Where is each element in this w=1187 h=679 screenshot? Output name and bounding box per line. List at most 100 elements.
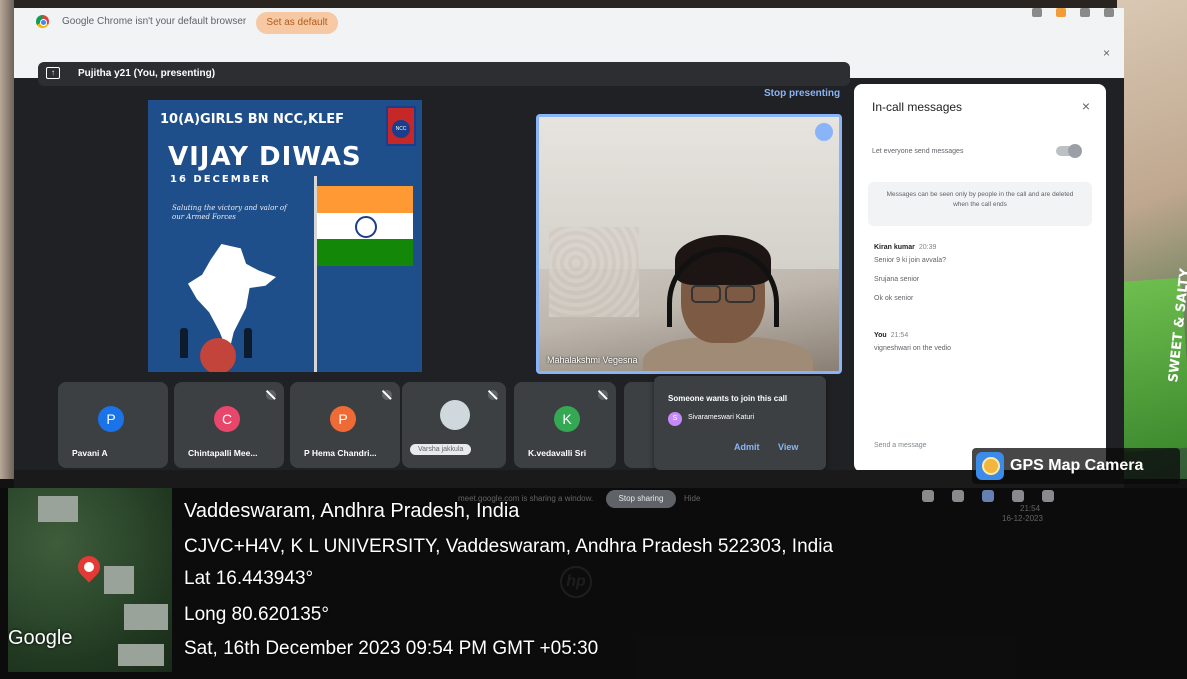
mic-off-icon	[382, 390, 392, 400]
chat-message-group: You 21:54 vigneshwari on the vedio	[874, 332, 951, 352]
info-icon[interactable]	[922, 490, 934, 502]
participant-avatar: C	[214, 406, 240, 432]
meet-control-icons	[922, 490, 1054, 502]
location-pin-icon	[73, 551, 105, 583]
location-address: CJVC+H4V, K L UNIVERSITY, Vaddeswaram, A…	[184, 536, 834, 557]
send-permission-label: Let everyone send messages	[872, 148, 964, 155]
taskbar-time: 21:54	[1020, 504, 1041, 513]
presenter-bar: ↑ Pujitha y21 (You, presenting)	[38, 62, 850, 86]
chat-title: In-call messages	[872, 100, 963, 114]
presentation-unit: 10(A)GIRLS BN NCC,KLEF	[160, 112, 345, 127]
message-time: 21:54	[890, 332, 909, 339]
ncc-badge	[386, 106, 416, 146]
default-browser-message: Google Chrome isn't your default browser	[62, 16, 247, 27]
package-text: SWEET & SALTY	[1166, 267, 1187, 384]
chat-close-icon[interactable]: ×	[1082, 98, 1090, 114]
location-place: Vaddeswaram, Andhra Pradesh, India	[184, 500, 520, 522]
photo-of-laptop-screen: SWEET & SALTY hp Google Chrome isn't you…	[0, 0, 1187, 679]
participant-tile[interactable]: K K.vedavalli Sri	[514, 382, 616, 468]
profile-icon[interactable]	[1104, 8, 1114, 17]
chat-message-group: Kiran kumar 20:39 Senior 9 ki join avvala…	[874, 244, 946, 302]
indian-flag	[317, 186, 413, 266]
message-time: 20:39	[918, 244, 937, 251]
extension-icon[interactable]	[1032, 8, 1042, 17]
sunset-circle	[200, 338, 236, 372]
map-building	[124, 604, 168, 630]
send-message-input[interactable]: Send a message	[874, 442, 927, 449]
join-request-card: Someone wants to join this call S Sivara…	[654, 376, 826, 470]
join-request-heading: Someone wants to join this call	[668, 394, 788, 403]
participant-name: Chintapalli Mee...	[188, 448, 258, 458]
set-as-default-button[interactable]: Set as default	[256, 12, 338, 34]
stop-sharing-button[interactable]: Stop sharing	[606, 490, 676, 508]
in-call-messages-panel: In-call messages × Let everyone send mes…	[854, 84, 1106, 472]
activities-icon[interactable]	[1012, 490, 1024, 502]
laptop-screen: Google Chrome isn't your default browser…	[14, 8, 1124, 488]
presentation-title: VIJAY DIWAS	[168, 142, 362, 172]
map-building	[38, 496, 78, 522]
lock-icon[interactable]	[1042, 490, 1054, 502]
chat-info-box: Messages can be seen only by people in t…	[868, 182, 1092, 226]
participant-avatar: P	[330, 406, 356, 432]
location-map-thumbnail: Google	[8, 488, 172, 672]
location-latitude: Lat 16.443943°	[184, 568, 314, 589]
stop-presenting-button[interactable]: Stop presenting	[764, 88, 840, 99]
requester-name: Sivarameswari Katuri	[688, 414, 755, 421]
gps-badge-label: GPS Map Camera	[1010, 457, 1144, 474]
requester-avatar: S	[668, 412, 682, 426]
gps-camera-icon	[976, 452, 1004, 480]
mic-off-icon	[598, 390, 608, 400]
participant-tile[interactable]: C Chintapalli Mee...	[174, 382, 284, 468]
message-sender: You	[874, 332, 887, 339]
admit-button[interactable]: Admit	[734, 442, 760, 452]
map-building	[118, 644, 164, 666]
location-longitude: Long 80.620135°	[184, 604, 329, 625]
mic-off-icon	[488, 390, 498, 400]
shared-presentation: 10(A)GIRLS BN NCC,KLEF VIJAY DIWAS 16 DE…	[148, 100, 422, 372]
message-text: vigneshwari on the vedio	[874, 345, 952, 352]
send-permission-toggle[interactable]	[1056, 144, 1082, 158]
infobar-close-icon[interactable]: ×	[1103, 46, 1110, 60]
presenter-label: Pujitha y21 (You, presenting)	[78, 68, 216, 79]
soldier-silhouette	[244, 328, 252, 358]
chat-icon[interactable]	[982, 490, 994, 502]
participant-avatar: P	[98, 406, 124, 432]
present-icon: ↑	[46, 67, 60, 79]
video-name-tag: Mahalakshmi Vegesna	[547, 355, 638, 365]
presentation-date: 16 DECEMBER	[170, 174, 271, 185]
audio-indicator-icon	[815, 123, 833, 141]
message-text: Srujana senior	[874, 276, 920, 283]
main-video-tile[interactable]: Mahalakshmi Vegesna	[536, 114, 842, 374]
google-map-label: Google	[8, 627, 73, 649]
participant-name: Pavani A	[72, 448, 108, 458]
chrome-icon	[36, 15, 49, 28]
gps-map-camera-badge: GPS Map Camera	[972, 448, 1180, 484]
participant-avatar: K	[554, 406, 580, 432]
message-text: Ok ok senior	[874, 295, 914, 302]
taskbar-date: 16-12-2023	[1002, 514, 1043, 523]
participant-tile[interactable]: P P Hema Chandri...	[290, 382, 400, 468]
participant-name: P Hema Chandri...	[304, 448, 377, 458]
message-text: Senior 9 ki join avvala?	[874, 257, 946, 264]
hide-button[interactable]: Hide	[684, 494, 700, 503]
view-button[interactable]: View	[778, 442, 798, 452]
mic-off-icon	[266, 390, 276, 400]
glasses	[691, 285, 755, 303]
map-building	[104, 566, 134, 594]
location-datetime: Sat, 16th December 2023 09:54 PM GMT +05…	[184, 638, 599, 659]
participant-photo-avatar	[440, 400, 470, 430]
toolbar-icons	[1032, 8, 1114, 22]
participant-tile[interactable]: P Pavani A	[58, 382, 168, 468]
people-icon[interactable]	[952, 490, 964, 502]
india-map-silhouette	[188, 244, 276, 354]
participant-tile[interactable]: Varsha jakkula	[402, 382, 506, 468]
window-icon[interactable]	[1080, 8, 1090, 17]
message-sender: Kiran kumar	[874, 244, 915, 251]
participant-name-pill: Varsha jakkula	[410, 444, 472, 455]
participant-name: K.vedavalli Sri	[528, 448, 587, 458]
presentation-subtitle: Saluting the victory and valor of our Ar…	[172, 204, 287, 221]
soldier-silhouette	[180, 328, 188, 358]
extension-icon-orange[interactable]	[1056, 8, 1066, 17]
taskbar	[14, 470, 1124, 488]
video-wall-pattern	[549, 227, 639, 317]
